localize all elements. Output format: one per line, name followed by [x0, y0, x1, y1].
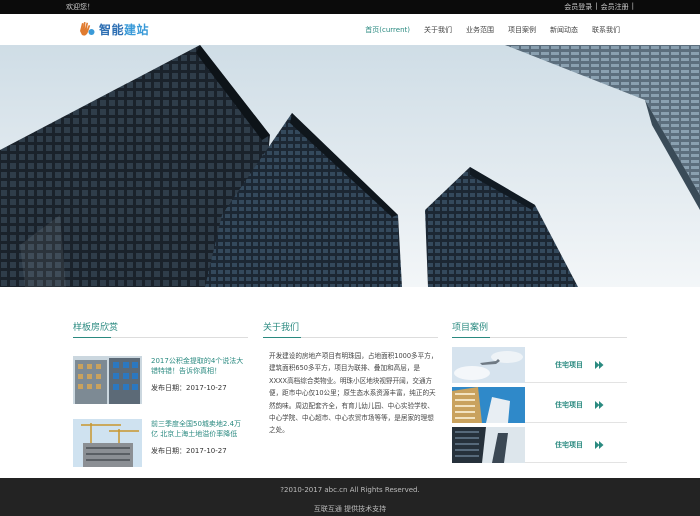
- section-title: 关于我们: [263, 320, 438, 338]
- case-label[interactable]: 住宅项目: [555, 440, 583, 450]
- logo-text: 智能建站: [99, 22, 150, 37]
- about-text: 开发建设的房地产项目有明珠园，占地面积1000多平方，建筑面积650多平方，项目…: [269, 352, 438, 435]
- register-link[interactable]: 会员注册: [601, 2, 629, 12]
- news-headline[interactable]: 2017公积金提取的4个说法大错特错！告诉你真相！: [151, 356, 248, 376]
- about-section: 关于我们 开发建设的房地产项目有明珠园，占地面积1000多平方，建筑面积650多…: [263, 320, 438, 437]
- list-item[interactable]: 前三季度全国50城卖地2.4万亿 北京上海土地溢价率降低 发布日期：2017-1…: [73, 419, 248, 467]
- case-label[interactable]: 住宅项目: [555, 400, 583, 410]
- site-logo[interactable]: 智能建站: [78, 19, 149, 39]
- sample-rooms-section: 样板房欣赏 2017公积金提取的4个说法大错特错！告诉你真相！ 发布日期：201…: [73, 320, 248, 467]
- news-thumbnail[interactable]: [73, 356, 142, 404]
- list-item[interactable]: 住宅项目: [452, 386, 627, 423]
- skyscraper-image: [0, 45, 700, 287]
- site-header: 智能建站 首页(current) 关于我们 业务范围 项目案例 新闻动态 联系我…: [0, 14, 700, 45]
- list-item[interactable]: 住宅项目: [452, 346, 627, 383]
- top-bar: 欢迎您！ 会员登录 | 会员注册 |: [0, 0, 700, 14]
- tech-support-text: 互联互通 提供技术支持: [313, 505, 387, 513]
- separator: |: [595, 2, 598, 10]
- nav-item-cases[interactable]: 项目案例: [508, 25, 536, 35]
- case-list: 住宅项目 住宅项目 住宅项目: [452, 346, 627, 463]
- case-thumbnail[interactable]: [452, 386, 525, 423]
- play-icon[interactable]: [595, 440, 604, 449]
- nav-item-business[interactable]: 业务范围: [466, 25, 494, 35]
- news-date: 发布日期：2017-10-27: [151, 447, 227, 455]
- case-label[interactable]: 住宅项目: [555, 360, 583, 370]
- play-icon[interactable]: [595, 360, 604, 369]
- nav-item-about[interactable]: 关于我们: [424, 25, 452, 35]
- news-headline[interactable]: 前三季度全国50城卖地2.4万亿 北京上海土地溢价率降低: [151, 419, 248, 439]
- account-links: 会员登录 | 会员注册 |: [564, 2, 634, 12]
- case-thumbnail[interactable]: [452, 346, 525, 383]
- list-item[interactable]: 2017公积金提取的4个说法大错特错！告诉你真相！ 发布日期：2017-10-2…: [73, 356, 248, 404]
- hero-banner: [0, 45, 700, 287]
- news-thumbnail[interactable]: [73, 419, 142, 467]
- section-title: 样板房欣赏: [73, 320, 248, 338]
- section-title: 项目案例: [452, 320, 627, 338]
- list-item[interactable]: 住宅项目: [452, 426, 627, 463]
- site-footer: ?2010-2017 abc.cn All Rights Reserved. 互…: [0, 478, 700, 516]
- news-info: 前三季度全国50城卖地2.4万亿 北京上海土地溢价率降低 发布日期：2017-1…: [151, 419, 248, 467]
- cases-section: 项目案例 住宅项目 住宅项目 住宅项目: [452, 320, 627, 467]
- news-date: 发布日期：2017-10-27: [151, 384, 227, 392]
- nav-item-home[interactable]: 首页(current): [365, 25, 410, 35]
- logo-hand-icon: [80, 22, 95, 36]
- case-thumbnail[interactable]: [452, 426, 525, 463]
- login-link[interactable]: 会员登录: [564, 2, 592, 12]
- separator: |: [631, 2, 634, 10]
- nav-item-news[interactable]: 新闻动态: [550, 25, 578, 35]
- welcome-text: 欢迎您！: [66, 3, 94, 11]
- news-info: 2017公积金提取的4个说法大错特错！告诉你真相！ 发布日期：2017-10-2…: [151, 356, 248, 404]
- copyright-text: ?2010-2017 abc.cn All Rights Reserved.: [280, 486, 420, 494]
- play-icon[interactable]: [595, 400, 604, 409]
- main-nav: 首页(current) 关于我们 业务范围 项目案例 新闻动态 联系我们: [365, 25, 620, 35]
- nav-item-contact[interactable]: 联系我们: [592, 25, 620, 35]
